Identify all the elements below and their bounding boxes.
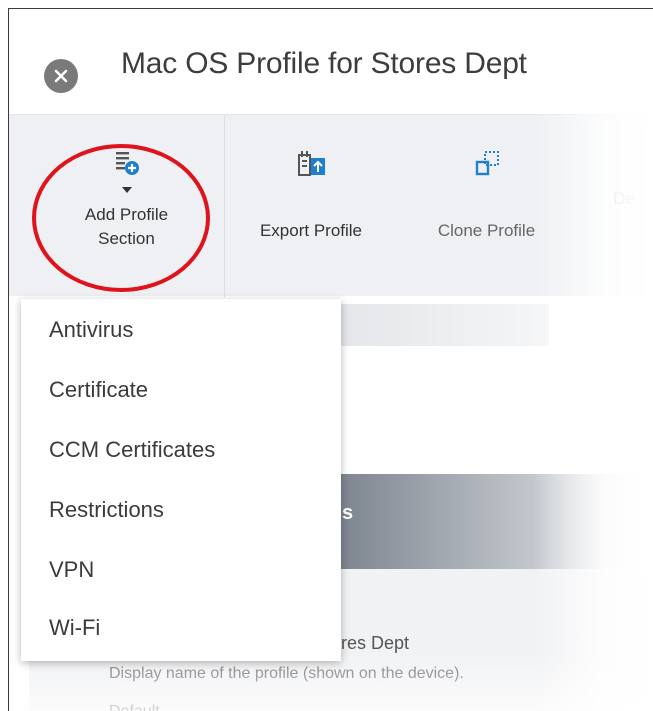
close-icon: [54, 69, 68, 83]
menu-item-certificate[interactable]: Certificate: [49, 377, 148, 403]
next-field-label: Default: [109, 703, 160, 711]
clone-profile-button[interactable]: Clone Profile: [404, 115, 569, 297]
profile-window: Mac OS Profile for Stores Dept Add Profi…: [8, 8, 653, 711]
menu-item-antivirus[interactable]: Antivirus: [49, 317, 133, 343]
add-section-dropdown: Antivirus Certificate CCM Certificates R…: [21, 299, 341, 661]
truncated-toolbar-label: De: [613, 189, 635, 208]
menu-item-restrictions[interactable]: Restrictions: [49, 497, 164, 523]
page-header: Mac OS Profile for Stores Dept: [9, 9, 653, 113]
close-button[interactable]: [44, 59, 78, 93]
export-profile-label: Export Profile: [259, 221, 363, 240]
menu-item-ccm-certificates[interactable]: CCM Certificates: [49, 437, 215, 463]
clone-profile-label: Clone Profile: [437, 221, 536, 240]
section-header-fragment: s: [342, 502, 354, 524]
menu-item-wifi[interactable]: Wi-Fi: [49, 615, 100, 641]
truncated-toolbar-button[interactable]: De: [594, 115, 653, 297]
highlight-circle: [32, 144, 210, 292]
export-profile-button[interactable]: Export Profile: [226, 115, 396, 297]
clone-icon: [472, 147, 502, 181]
menu-item-vpn[interactable]: VPN: [49, 557, 94, 583]
profile-name-value: ores Dept: [331, 633, 410, 653]
export-icon: [294, 147, 328, 181]
profile-name-help: Display name of the profile (shown on th…: [109, 665, 464, 682]
page-title: Mac OS Profile for Stores Dept: [121, 47, 527, 80]
